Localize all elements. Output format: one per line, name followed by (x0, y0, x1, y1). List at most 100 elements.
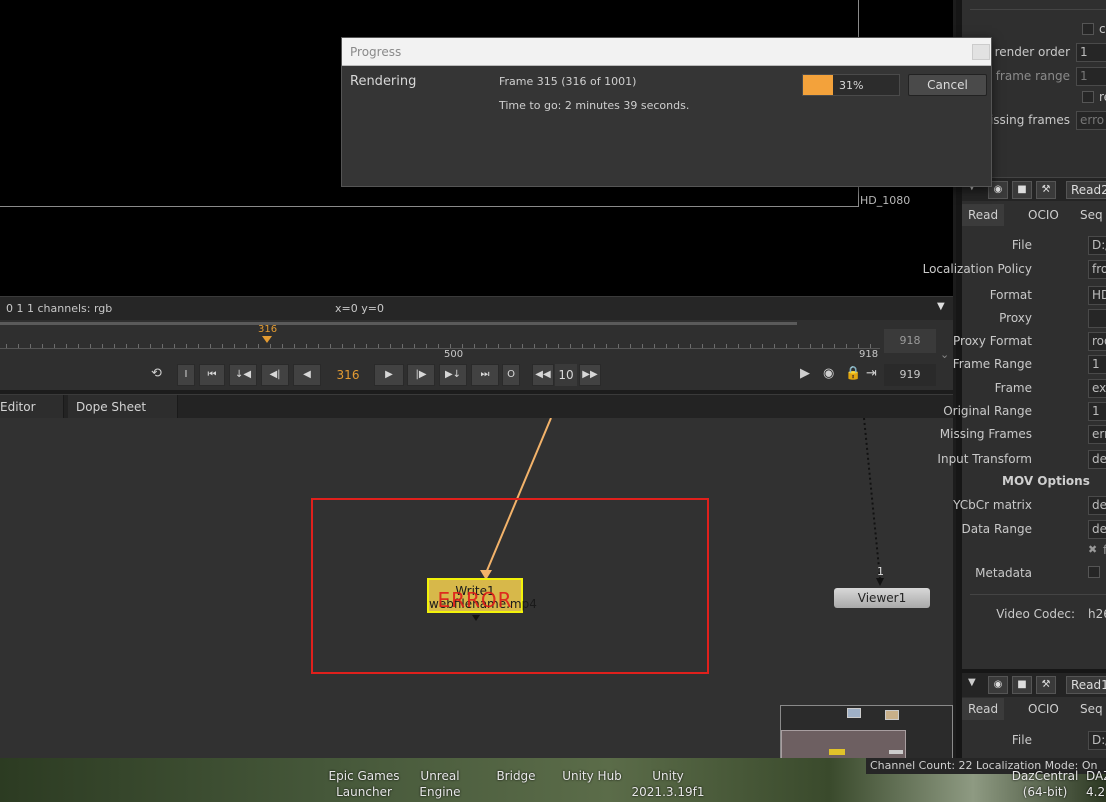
read1-tab-seq[interactable]: Seq (1074, 698, 1106, 720)
write-node[interactable]: Write1 webfilename.mp4 ERROR (427, 578, 537, 613)
proxy-field[interactable] (1088, 309, 1106, 328)
collapse-icon[interactable]: ▼ (968, 677, 976, 688)
play-forward-icon[interactable]: ▶ (374, 364, 404, 386)
taskbar-label: DazCentral (1011, 769, 1079, 783)
playback-settings-icon[interactable]: ⇥ (866, 366, 877, 381)
taskbar-daz[interactable]: DAZ 4.2 (1086, 768, 1106, 800)
ycbcr-matrix-label: YCbCr matrix (953, 498, 1032, 512)
data-range-dropdown[interactable]: def (1088, 520, 1106, 539)
progress-bar: 31% (802, 74, 900, 96)
taskbar-dazcentral[interactable]: DazCentral (64-bit) (1010, 768, 1080, 800)
tick-label-918: 918 (859, 349, 879, 360)
file-field[interactable]: D:/ (1088, 236, 1106, 255)
ruler-tick (450, 344, 451, 348)
original-range-field[interactable]: 1 (1088, 402, 1106, 421)
missing-frames-dropdown[interactable]: erro (1088, 425, 1106, 444)
read2-tab-seq[interactable]: Seq (1074, 204, 1106, 226)
viewer-toggle-icon[interactable]: ◉ (988, 676, 1008, 694)
missing-frames-field[interactable]: erro (1076, 111, 1106, 130)
prev-keyframe-icon[interactable]: ↓◀ (229, 364, 257, 386)
playback-range-strip[interactable] (0, 322, 797, 325)
tab-dope-sheet[interactable]: Dope Sheet✕ (68, 395, 178, 439)
tool-icon[interactable]: ⚒ (1036, 676, 1056, 694)
frame-range-field-prop[interactable]: 1 (1088, 355, 1106, 374)
format-frame-bottom-edge (0, 206, 859, 207)
frame-range-field[interactable]: 1 (1076, 67, 1106, 86)
read1-node-name[interactable]: Read1 (1066, 676, 1106, 694)
current-frame-field[interactable]: 316 (326, 364, 370, 386)
ruler-tick (354, 344, 355, 348)
flipbook-icon[interactable]: ▶ (800, 366, 810, 381)
proxy-format-dropdown[interactable]: root (1088, 332, 1106, 351)
ruler-tick (30, 344, 31, 348)
set-out-point-button[interactable]: O (502, 364, 520, 386)
taskbar-epic-games-launcher[interactable]: Epic Games Launcher (326, 768, 402, 800)
last-frame-field[interactable]: 918 (884, 329, 936, 353)
loop-mode-icon[interactable]: ⟲ (151, 366, 162, 381)
tool-icon[interactable]: ⚒ (1036, 181, 1056, 199)
taskbar-label: Bridge (496, 769, 536, 783)
chevrons-down-icon[interactable]: ⌄ (940, 348, 949, 361)
camera-icon[interactable]: ■ (1012, 676, 1032, 694)
taskbar-bridge[interactable]: Bridge (488, 768, 544, 784)
ruler-tick (486, 344, 487, 348)
taskbar-unreal-engine[interactable]: Unreal Engine (410, 768, 470, 800)
read1-file-label: File (1011, 733, 1032, 747)
next-keyframe-icon[interactable]: ▶↓ (439, 364, 467, 386)
cancel-button[interactable]: Cancel (908, 74, 987, 96)
read1-tab-read[interactable]: Read (962, 698, 1005, 720)
read2-tab-read[interactable]: Read (962, 204, 1005, 226)
ruler-tick (234, 344, 235, 348)
read2-tab-ocio[interactable]: OCIO (1022, 204, 1065, 226)
metadata-checkbox[interactable] (1088, 566, 1100, 578)
step-forward-icon[interactable]: |▶ (407, 364, 435, 386)
ruler-tick (42, 344, 43, 348)
input-transform-label: Input Transform (937, 452, 1032, 466)
skip-forward-icon[interactable]: ▶▶ (579, 364, 601, 386)
taskbar-unity-hub[interactable]: Unity Hub (556, 768, 628, 784)
go-to-start-icon[interactable]: ⏮ (199, 364, 225, 386)
mov-options-title: MOV Options (1002, 474, 1090, 488)
close-icon[interactable] (972, 44, 990, 60)
proxy-label: Proxy (999, 311, 1032, 325)
localization-policy-dropdown[interactable]: fron (1088, 260, 1106, 279)
frame-mode-dropdown[interactable]: exp (1088, 379, 1106, 398)
taskbar-unity[interactable]: Unity 2021.3.19f1 (628, 768, 708, 800)
ruler-tick (714, 344, 715, 348)
camera-icon[interactable]: ■ (1012, 181, 1032, 199)
ruler-tick (690, 344, 691, 348)
current-frame-marker[interactable] (262, 336, 272, 343)
node-graph-canvas[interactable]: Write1 webfilename.mp4 ERROR 1 Viewer1 (0, 418, 953, 770)
timeline-ruler[interactable] (0, 348, 880, 349)
taskbar-label: Epic Games (328, 769, 400, 783)
tab-node-graph[interactable]: Editor✕ (0, 395, 64, 439)
minimap-read-node (847, 708, 861, 718)
lock-icon[interactable]: 🔒 (845, 366, 861, 381)
viewer-node[interactable]: Viewer1 (834, 588, 930, 608)
format-dropdown[interactable]: HD_ (1088, 286, 1106, 305)
metadata-label: Metadata (975, 566, 1032, 580)
skip-back-icon[interactable]: ◀◀ (532, 364, 554, 386)
input-transform-dropdown[interactable]: def (1088, 450, 1106, 469)
render-order-field[interactable]: 1 (1076, 43, 1106, 62)
crop-checkbox[interactable] (1082, 23, 1094, 35)
read-file-checkbox[interactable] (1082, 91, 1094, 103)
checked-x-icon[interactable]: ✖ (1088, 543, 1097, 556)
frame-increment-field[interactable]: 10 (555, 364, 577, 386)
read1-file-field[interactable]: D:/ (1088, 731, 1106, 750)
ruler-tick (366, 344, 367, 348)
read2-node-name[interactable]: Read2 (1066, 181, 1106, 199)
ruler-tick (66, 344, 67, 348)
triangle-down-icon[interactable]: ▼ (937, 301, 945, 312)
play-backward-icon[interactable]: ◀ (293, 364, 321, 386)
read1-tab-ocio[interactable]: OCIO (1022, 698, 1065, 720)
step-back-icon[interactable]: ◀| (261, 364, 289, 386)
ruler-tick (846, 344, 847, 348)
time-remaining: Time to go: 2 minutes 39 seconds. (499, 99, 690, 112)
end-frame-field[interactable]: 919 (884, 364, 936, 386)
record-icon[interactable]: ◉ (823, 366, 834, 381)
go-to-end-icon[interactable]: ⏭ (471, 364, 499, 386)
dialog-titlebar[interactable]: Progress (342, 38, 991, 66)
ycbcr-matrix-dropdown[interactable]: def (1088, 496, 1106, 515)
set-in-point-button[interactable]: I (177, 364, 195, 386)
